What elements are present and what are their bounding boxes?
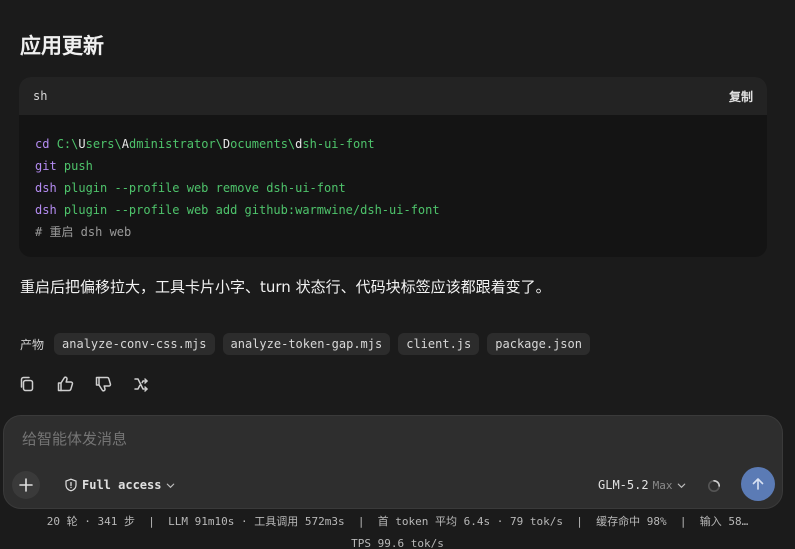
status-metrics: 20 轮 · 341 步 | LLM 91m10s · 工具调用 572m3s … xyxy=(46,515,749,528)
copy-icon[interactable] xyxy=(18,375,36,393)
code-line: dsh plugin --profile web remove dsh-ui-f… xyxy=(35,177,751,199)
status-tps: TPS 99.6 tok/s xyxy=(351,537,444,549)
code-line: dsh plugin --profile web add github:warm… xyxy=(35,199,751,221)
code-token: dsh xyxy=(35,203,64,217)
artifact-chip[interactable]: analyze-conv-css.mjs xyxy=(54,333,215,355)
send-button[interactable] xyxy=(741,467,775,501)
code-line: # 重启 dsh web xyxy=(35,221,751,243)
code-token: U xyxy=(78,137,86,151)
code-language-label: sh xyxy=(33,89,48,103)
message-input[interactable] xyxy=(22,430,622,448)
code-token: push xyxy=(63,159,93,173)
chevron-down-icon xyxy=(678,483,686,488)
code-token: git xyxy=(35,159,64,173)
section-title: 应用更新 xyxy=(20,34,104,58)
access-mode-label: Full access xyxy=(82,478,162,492)
code-token: C:\ xyxy=(56,137,79,151)
model-selector[interactable]: GLM-5.2 Max xyxy=(598,478,687,492)
code-token: dsh xyxy=(35,181,64,195)
artifacts-row: 产物 analyze-conv-css.mjs analyze-token-ga… xyxy=(20,333,590,355)
code-token: dministrator\ xyxy=(128,137,223,151)
artifact-chip[interactable]: client.js xyxy=(398,333,480,355)
assistant-message-text: 重启后把偏移拉大，工具卡片小字、turn 状态行、代码块标签应该都跟着变了。 xyxy=(20,278,551,296)
code-token: A xyxy=(121,137,129,151)
code-token: sh-ui-font xyxy=(302,137,375,151)
chevron-down-icon xyxy=(167,483,175,488)
arrow-up-icon xyxy=(752,478,764,490)
access-mode-selector[interactable]: Full access xyxy=(64,478,176,492)
code-token: ocuments\ xyxy=(230,137,296,151)
code-block-header: sh 复制 xyxy=(19,77,767,115)
model-name: GLM-5.2 xyxy=(598,478,649,492)
code-token: # 重启 dsh web xyxy=(35,225,132,239)
thumbs-down-icon[interactable] xyxy=(94,375,112,393)
code-body: cd C:\Users\Administrator\Documents\dsh-… xyxy=(19,115,767,243)
code-line: git push xyxy=(35,155,751,177)
thumbs-up-icon[interactable] xyxy=(56,375,74,393)
code-line: cd C:\Users\Administrator\Documents\dsh-… xyxy=(35,133,751,155)
message-composer: Full access GLM-5.2 Max xyxy=(3,415,783,509)
branch-icon[interactable] xyxy=(132,375,150,393)
artifact-chip[interactable]: analyze-token-gap.mjs xyxy=(222,333,391,355)
code-token: sers\ xyxy=(85,137,122,151)
code-block: sh 复制 cd C:\Users\Administrator\Document… xyxy=(19,77,767,257)
artifact-chip[interactable]: package.json xyxy=(487,333,590,355)
code-token: plugin --profile web remove dsh-ui-font xyxy=(63,181,346,195)
code-token: plugin --profile web add github:warmwine… xyxy=(63,203,440,217)
status-bar: 20 轮 · 341 步 | LLM 91m10s · 工具调用 572m3s … xyxy=(0,514,795,549)
message-actions xyxy=(18,375,150,393)
plus-icon xyxy=(19,478,33,492)
artifacts-label: 产物 xyxy=(20,337,45,352)
model-tier: Max xyxy=(652,478,673,492)
code-token: cd xyxy=(35,137,57,151)
add-attachment-button[interactable] xyxy=(12,471,40,499)
loading-spinner-icon xyxy=(707,478,721,492)
shield-icon xyxy=(65,478,77,492)
copy-code-button[interactable]: 复制 xyxy=(729,88,753,105)
